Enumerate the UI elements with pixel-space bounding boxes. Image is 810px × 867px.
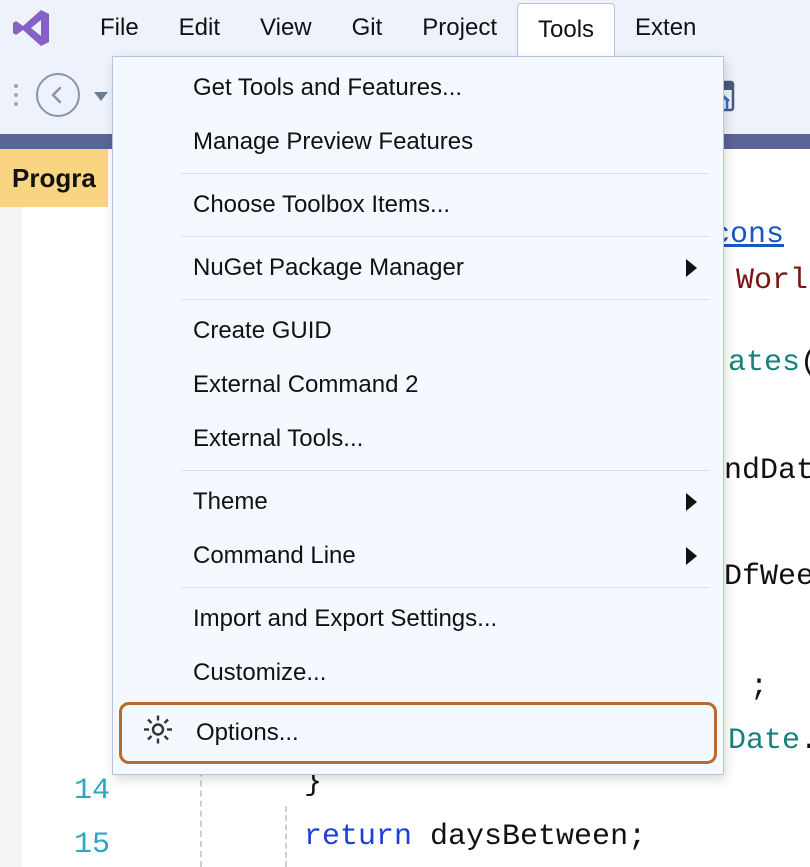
menu-item-label: Customize... [193, 659, 326, 687]
menu-separator [181, 236, 709, 237]
menu-separator [181, 173, 709, 174]
line-number-column: 14 15 [60, 764, 110, 867]
submenu-arrow-icon [686, 259, 697, 277]
menu-item-label: Choose Toolbox Items... [193, 191, 450, 219]
arrow-left-icon [48, 85, 68, 105]
menu-item-customize[interactable]: Customize... [113, 646, 723, 700]
menu-item-label: NuGet Package Manager [193, 254, 464, 282]
menu-tools[interactable]: Tools [517, 3, 615, 57]
menu-separator [181, 587, 709, 588]
code-fragment: ; [750, 670, 768, 704]
toolbar-grip-icon [12, 75, 22, 115]
menu-item-label: Get Tools and Features... [193, 74, 462, 102]
menu-item-external-tools[interactable]: External Tools... [113, 412, 723, 466]
menu-item-external-command-2[interactable]: External Command 2 [113, 358, 723, 412]
menu-git[interactable]: Git [332, 0, 403, 56]
menu-file[interactable]: File [80, 0, 159, 56]
menu-item-label: Create GUID [193, 317, 332, 345]
line-number: 15 [60, 818, 110, 867]
menu-view[interactable]: View [240, 0, 332, 56]
menu-item-nuget[interactable]: NuGet Package Manager [113, 241, 723, 295]
back-button[interactable] [36, 73, 80, 117]
menu-item-get-tools[interactable]: Get Tools and Features... [113, 61, 723, 115]
menu-item-label: External Command 2 [193, 371, 418, 399]
menu-extensions-truncated[interactable]: Exten [615, 0, 716, 56]
menu-item-import-export-settings[interactable]: Import and Export Settings... [113, 592, 723, 646]
code-fragment: ndDat [724, 454, 810, 488]
menu-separator [181, 470, 709, 471]
menu-project[interactable]: Project [402, 0, 517, 56]
line-number: 14 [60, 764, 110, 818]
gear-icon [142, 714, 174, 753]
menu-item-label: Options... [196, 719, 299, 747]
menubar: File Edit View Git Project Tools Exten [0, 0, 810, 56]
active-file-tab[interactable]: Progra [0, 149, 108, 207]
code-fragment: DfWee [724, 560, 810, 594]
code-line-15: return daysBetween; [304, 820, 646, 854]
menu-edit[interactable]: Edit [159, 0, 240, 56]
editor-gutter [0, 207, 22, 867]
menu-item-label: Theme [193, 488, 268, 516]
menu-item-options[interactable]: Options... [119, 702, 717, 764]
code-fragment: ates( [728, 346, 810, 380]
menu-item-choose-toolbox[interactable]: Choose Toolbox Items... [113, 178, 723, 232]
indent-guide [285, 806, 287, 867]
submenu-arrow-icon [686, 547, 697, 565]
menu-item-label: Manage Preview Features [193, 128, 473, 156]
visual-studio-logo-icon [8, 5, 54, 51]
menu-item-command-line[interactable]: Command Line [113, 529, 723, 583]
back-history-dropdown-icon[interactable] [94, 92, 108, 101]
code-fragment: Date. [728, 724, 810, 758]
menu-separator [181, 299, 709, 300]
menu-item-label: External Tools... [193, 425, 363, 453]
submenu-arrow-icon [686, 493, 697, 511]
code-fragment: Worl [736, 264, 808, 298]
menu-item-label: Import and Export Settings... [193, 605, 497, 633]
file-tab-label: Progra [12, 163, 96, 194]
tools-dropdown-menu: Get Tools and Features... Manage Preview… [112, 56, 724, 775]
menu-item-manage-preview[interactable]: Manage Preview Features [113, 115, 723, 169]
menu-item-theme[interactable]: Theme [113, 475, 723, 529]
menu-item-label: Command Line [193, 542, 356, 570]
menu-item-create-guid[interactable]: Create GUID [113, 304, 723, 358]
